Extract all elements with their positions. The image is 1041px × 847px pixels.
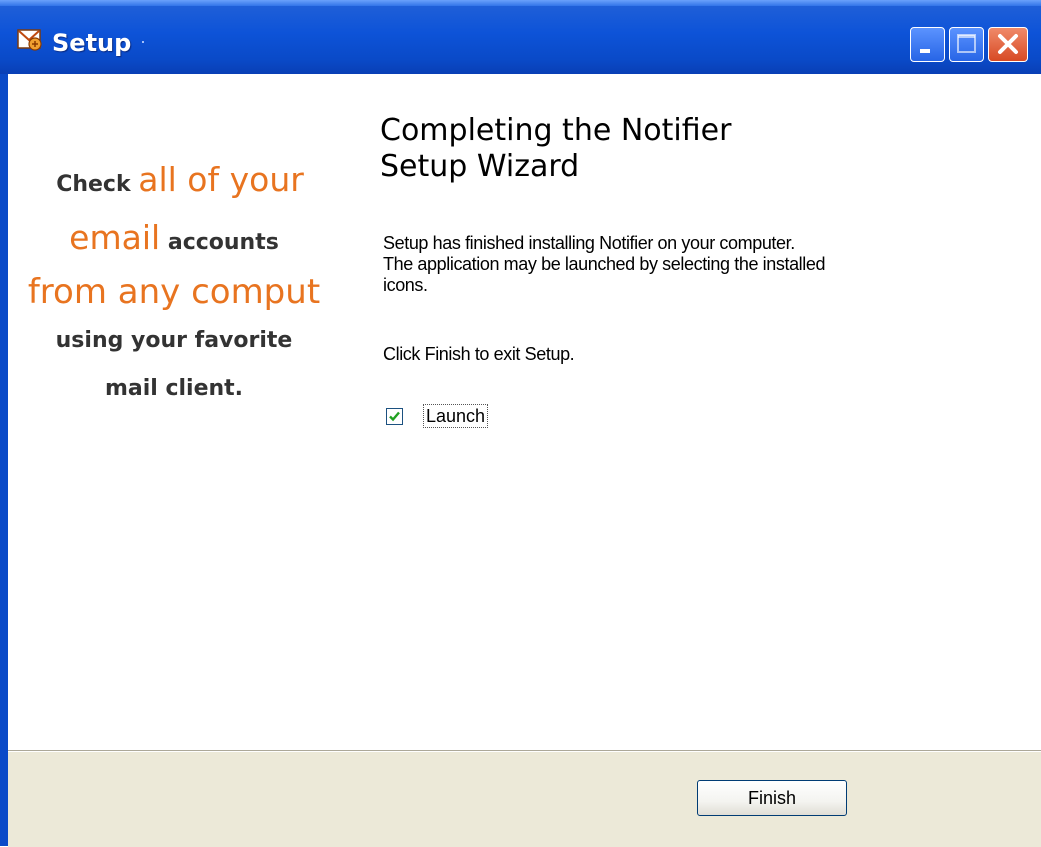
launch-checkbox-label[interactable]: Launch bbox=[423, 404, 489, 428]
close-button[interactable] bbox=[988, 27, 1028, 62]
wizard-heading: Completing the Notifier Setup Wizard bbox=[380, 113, 880, 185]
setup-app-icon bbox=[17, 26, 43, 52]
maximize-button[interactable] bbox=[949, 27, 984, 62]
wizard-heading-line-2: Setup Wizard bbox=[380, 149, 580, 184]
promo-text: accounts bbox=[160, 230, 279, 255]
promo-highlight: all of your bbox=[138, 160, 304, 199]
wizard-heading-line-1: Completing the Notifier bbox=[380, 113, 732, 148]
promo-line-5: mail client. bbox=[104, 376, 244, 401]
completion-line-1: Setup has finished installing Notifier o… bbox=[383, 233, 795, 253]
button-panel bbox=[8, 750, 1041, 847]
finish-instruction: Click Finish to exit Setup. bbox=[383, 344, 575, 364]
completion-line-2: The application may be launched by selec… bbox=[383, 254, 826, 274]
finish-button[interactable]: Finish bbox=[697, 780, 847, 816]
checkmark-icon bbox=[389, 411, 400, 422]
close-icon bbox=[998, 34, 1018, 54]
promo-text: Check bbox=[56, 172, 139, 197]
launch-checkbox[interactable] bbox=[386, 408, 403, 425]
window-title: Setup bbox=[52, 29, 132, 57]
completion-line-3: icons. bbox=[383, 275, 428, 295]
setup-window: Setup · Check all of your email accounts bbox=[0, 0, 1041, 847]
maximize-icon bbox=[957, 34, 976, 53]
panel-divider bbox=[8, 751, 1041, 752]
promo-line-2: email accounts bbox=[0, 218, 354, 257]
completion-message: Setup has finished installing Notifier o… bbox=[383, 233, 825, 296]
minimize-icon bbox=[920, 49, 930, 53]
promo-highlight: email bbox=[69, 218, 161, 257]
title-bar[interactable]: Setup · bbox=[0, 0, 1041, 74]
promo-line-4: using your favorite bbox=[55, 328, 293, 353]
promo-line-1: Check all of your bbox=[0, 160, 360, 199]
window-title-suffix: · bbox=[140, 31, 146, 51]
minimize-button[interactable] bbox=[910, 27, 945, 62]
promo-line-3: from any comput bbox=[27, 272, 321, 312]
title-bar-sheen bbox=[0, 0, 1041, 6]
